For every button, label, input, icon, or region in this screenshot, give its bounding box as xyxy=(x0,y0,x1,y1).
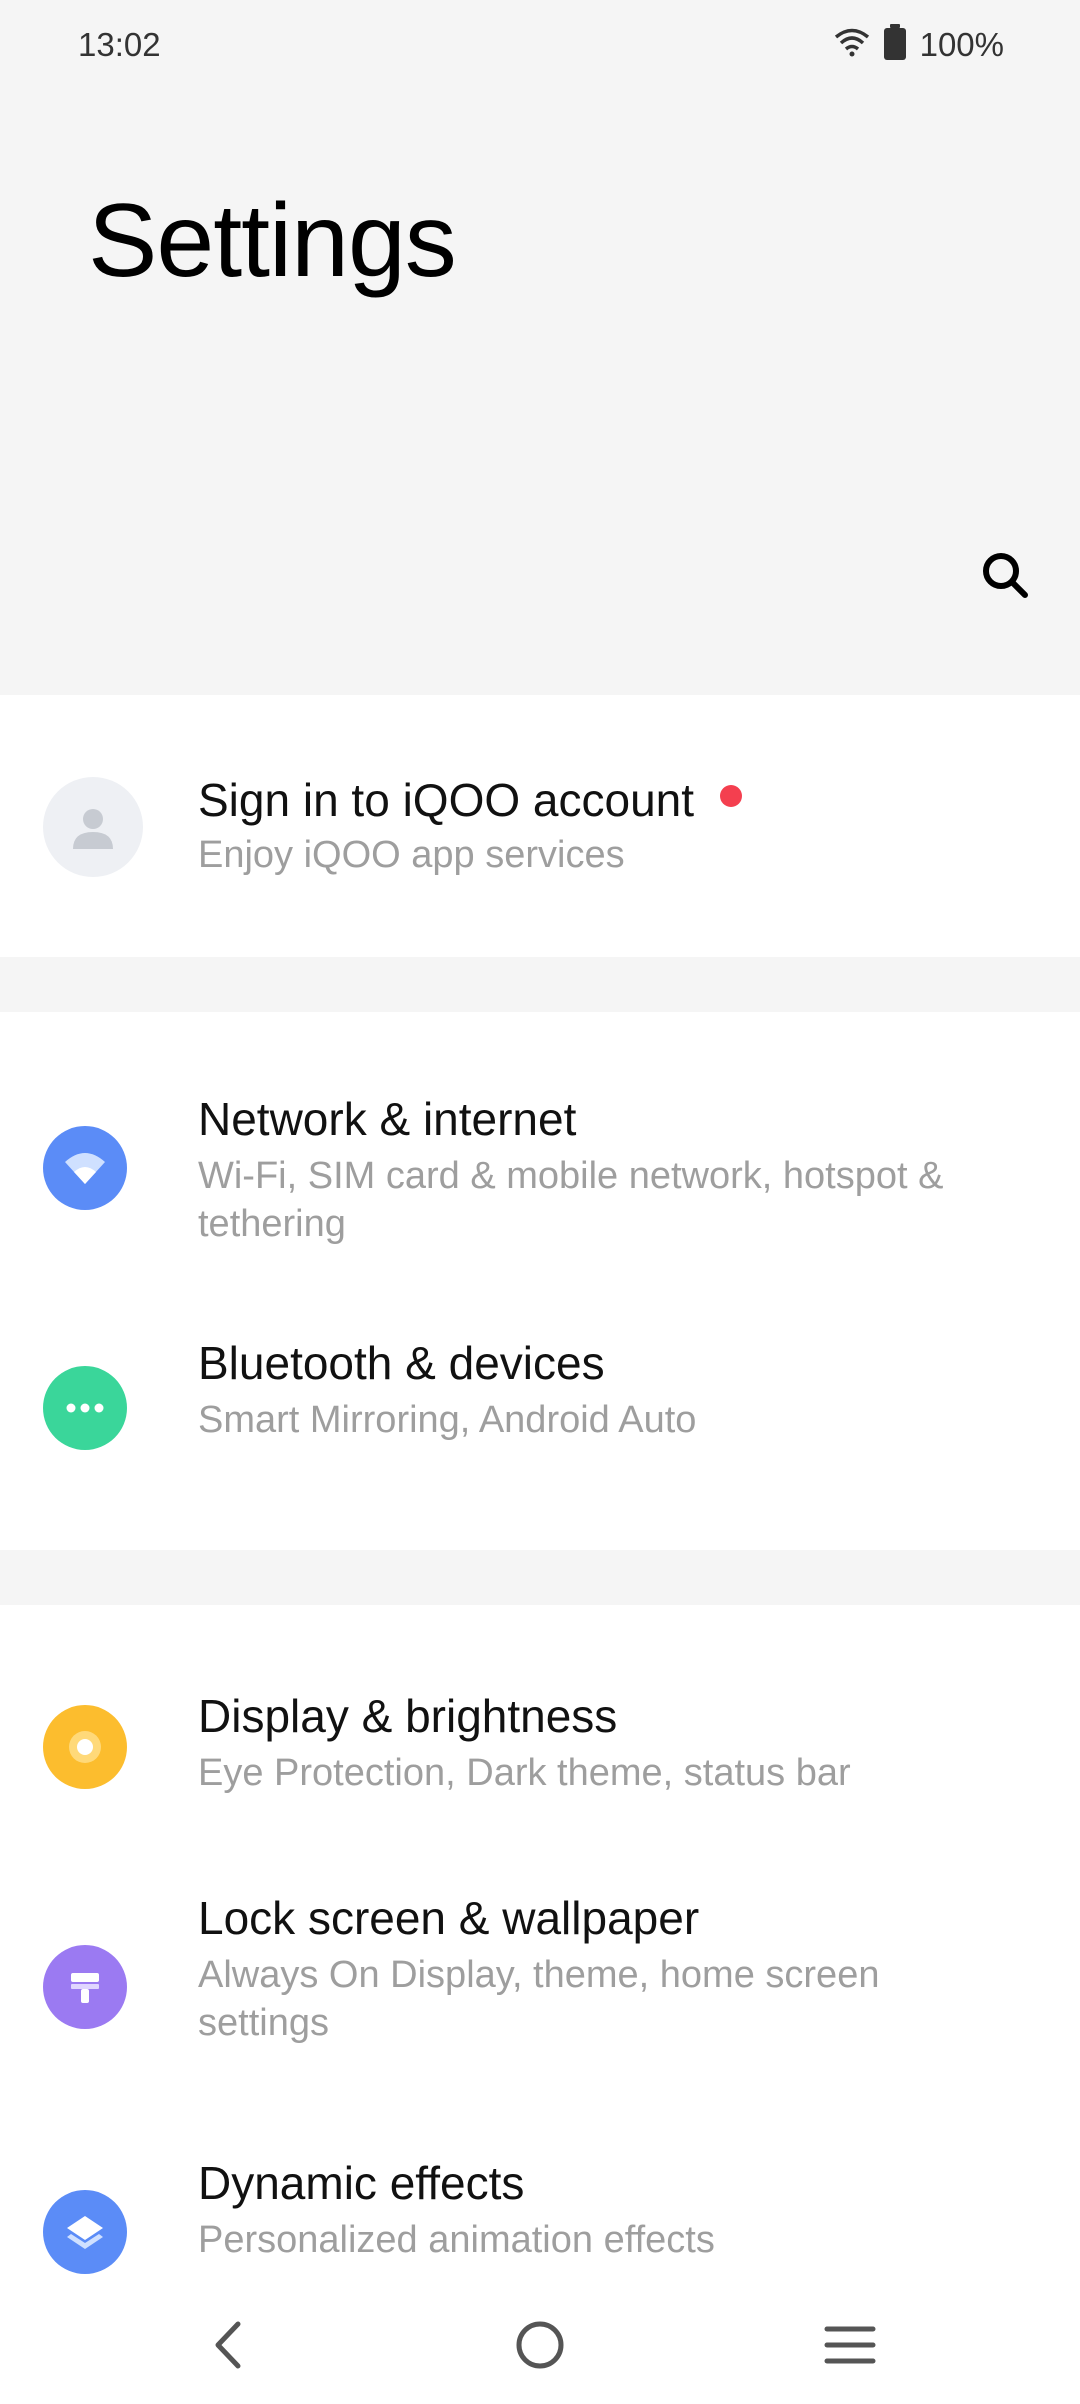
bluetooth-icon-badge xyxy=(43,1366,127,1450)
header: Settings xyxy=(0,90,1080,695)
account-subtitle: Enjoy iQOO app services xyxy=(198,834,625,876)
home-button[interactable] xyxy=(500,2310,580,2380)
settings-item-bluetooth[interactable]: Bluetooth & devices Smart Mirroring, And… xyxy=(0,1292,1080,1550)
dynamic-effects-subtitle: Personalized animation effects xyxy=(198,2219,715,2261)
notification-dot xyxy=(720,784,743,807)
account-title: Sign in to iQOO account xyxy=(198,774,695,826)
account-card: Sign in to iQOO account Enjoy iQOO app s… xyxy=(0,695,1080,957)
network-subtitle: Wi-Fi, SIM card & mobile network, hotspo… xyxy=(198,1155,944,1245)
connectivity-group: Network & internet Wi-Fi, SIM card & mob… xyxy=(0,1012,1080,1550)
search-button[interactable] xyxy=(970,540,1040,610)
dynamic-effects-icon-badge xyxy=(43,2190,127,2274)
settings-item-display[interactable]: Display & brightness Eye Protection, Dar… xyxy=(0,1605,1080,1825)
display-subtitle: Eye Protection, Dark theme, status bar xyxy=(198,1752,851,1794)
home-icon xyxy=(516,2321,564,2369)
wifi-icon xyxy=(65,1153,105,1184)
network-title: Network & internet xyxy=(198,1093,577,1145)
lockscreen-title: Lock screen & wallpaper xyxy=(198,1892,700,1944)
display-title: Display & brightness xyxy=(198,1690,618,1742)
back-button[interactable] xyxy=(188,2310,268,2380)
menu-icon xyxy=(824,2326,876,2364)
search-icon xyxy=(983,553,1028,598)
network-icon-badge xyxy=(43,1126,127,1210)
lockscreen-subtitle: Always On Display, theme, home screen se… xyxy=(198,1954,880,2044)
bluetooth-title: Bluetooth & devices xyxy=(198,1337,605,1389)
display-group: Display & brightness Eye Protection, Dar… xyxy=(0,1605,1080,2290)
settings-item-network[interactable]: Network & internet Wi-Fi, SIM card & mob… xyxy=(0,1012,1080,1292)
menu-button[interactable] xyxy=(810,2310,890,2380)
settings-item-lockscreen[interactable]: Lock screen & wallpaper Always On Displa… xyxy=(0,1825,1080,2090)
brush-icon xyxy=(71,1973,99,2003)
wifi-icon xyxy=(834,27,870,62)
battery-percent: 100% xyxy=(919,25,1004,63)
dynamic-effects-title: Dynamic effects xyxy=(198,2157,525,2209)
status-time: 13:02 xyxy=(78,26,161,63)
layers-icon xyxy=(67,2216,103,2249)
lockscreen-icon-badge xyxy=(43,1945,127,2029)
more-dots-icon xyxy=(66,1403,104,1413)
avatar-icon xyxy=(73,809,113,849)
status-bar: 13:02 100% xyxy=(0,0,1080,90)
brightness-icon xyxy=(69,1731,101,1763)
account-title-wrap: Sign in to iQOO account xyxy=(198,773,743,827)
settings-item-dynamic-effects[interactable]: Dynamic effects Personalized animation e… xyxy=(0,2090,1080,2290)
back-icon xyxy=(215,2321,241,2369)
bluetooth-subtitle: Smart Mirroring, Android Auto xyxy=(198,1399,697,1441)
navigation-bar xyxy=(0,2290,1080,2404)
avatar xyxy=(43,777,143,877)
account-row[interactable]: Sign in to iQOO account Enjoy iQOO app s… xyxy=(0,695,1080,957)
page-title: Settings xyxy=(88,183,457,299)
battery-icon xyxy=(883,24,906,65)
status-icons: 100% xyxy=(834,24,1004,65)
display-icon-badge xyxy=(43,1705,127,1789)
